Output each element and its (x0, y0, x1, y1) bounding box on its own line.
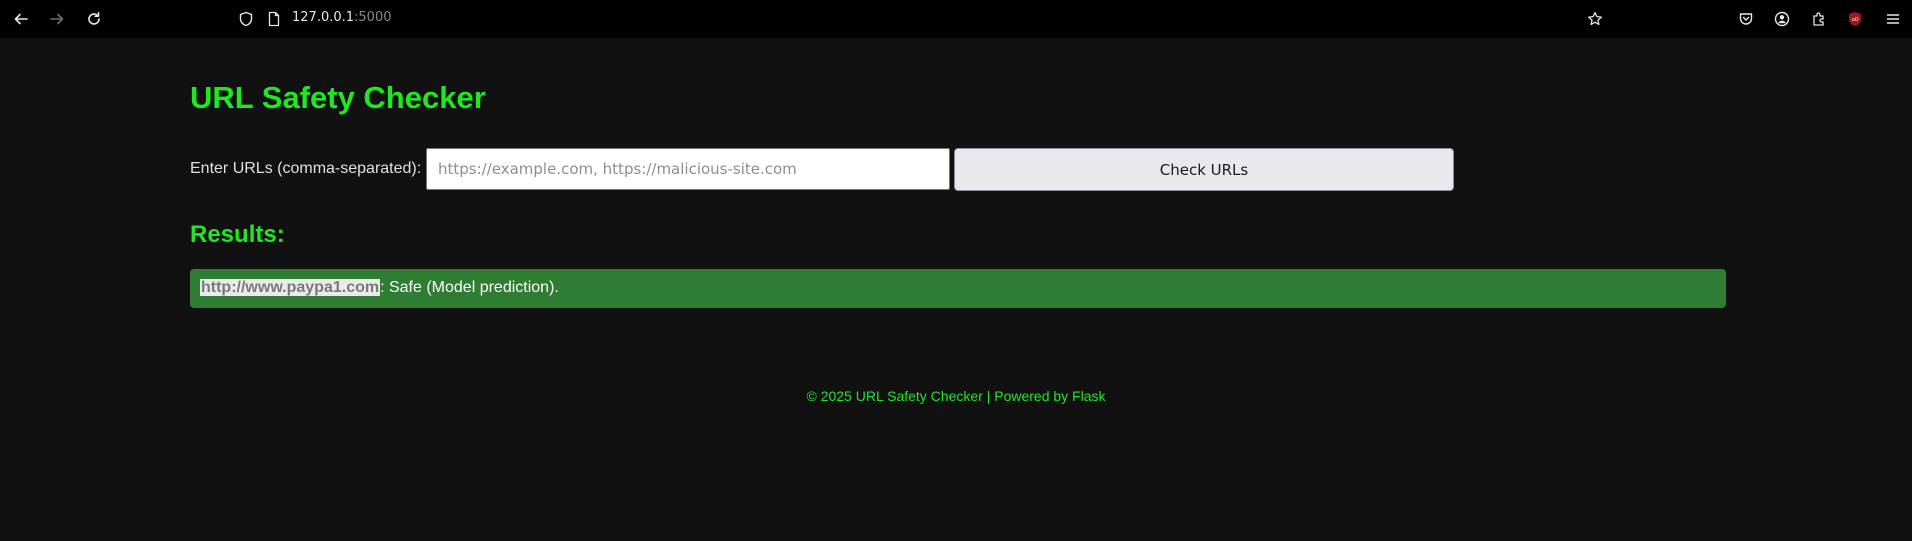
page-icon (258, 6, 290, 32)
url-port: :5000 (354, 10, 392, 25)
results-heading: Results: (190, 221, 285, 248)
menu-icon[interactable] (1877, 6, 1909, 32)
urls-input[interactable] (426, 148, 950, 190)
address-bar[interactable]: 127.0.0.1:5000 (230, 4, 1600, 34)
url-host: 127.0.0.1 (292, 10, 355, 25)
star-icon[interactable] (1579, 6, 1611, 32)
url-text: 127.0.0.1:5000 (292, 10, 392, 25)
ublock-icon[interactable]: uO (1839, 6, 1871, 32)
page-title: URL Safety Checker (190, 80, 486, 115)
back-icon[interactable] (5, 6, 37, 32)
browser-toolbar: 127.0.0.1:5000 uO (0, 0, 1912, 38)
footer: © 2025 URL Safety Checker | Powered by F… (806, 388, 1106, 404)
check-urls-button[interactable]: Check URLs (954, 148, 1454, 191)
svg-text:uO: uO (1851, 17, 1858, 23)
reload-icon[interactable] (78, 6, 110, 32)
result-item: http://www.paypa1.com: Safe (Model predi… (190, 269, 1726, 308)
extensions-icon[interactable] (1803, 6, 1835, 32)
result-status: : Safe (Model prediction). (380, 279, 559, 296)
account-icon[interactable] (1766, 6, 1798, 32)
pocket-icon[interactable] (1730, 6, 1762, 32)
result-url: http://www.paypa1.com (200, 279, 381, 296)
urls-label: Enter URLs (comma-separated): (190, 160, 422, 177)
forward-icon[interactable] (41, 6, 73, 32)
